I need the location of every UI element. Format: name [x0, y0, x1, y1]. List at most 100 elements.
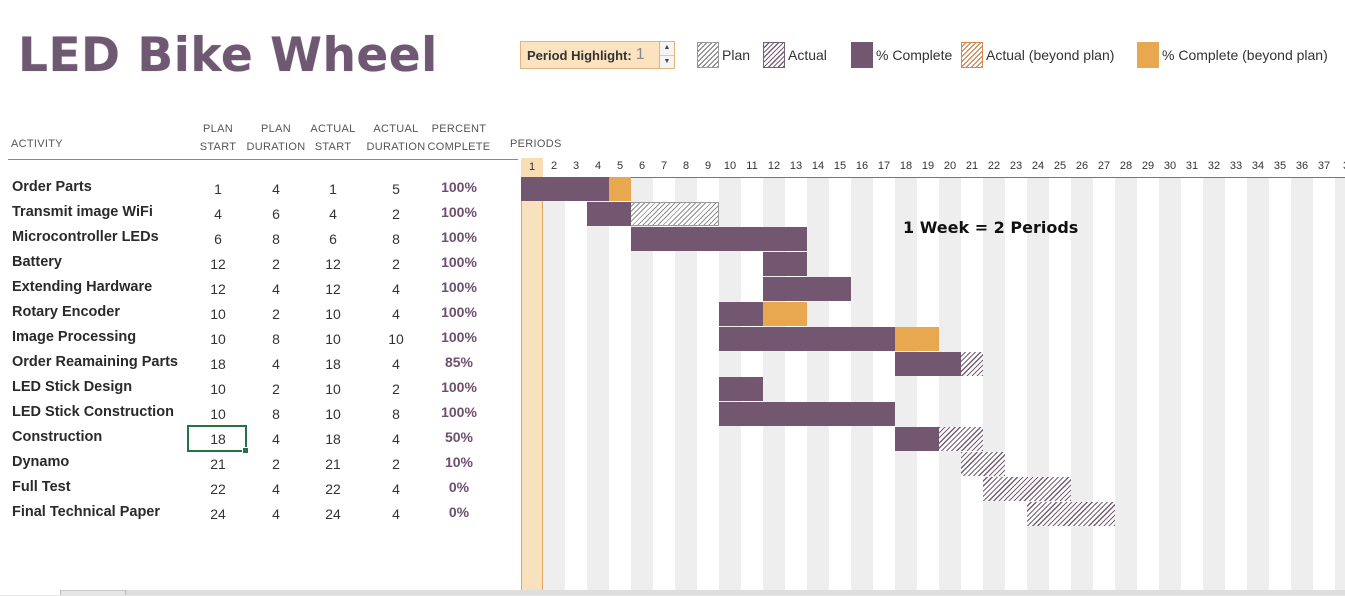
- actual-start-cell[interactable]: 1: [308, 181, 358, 197]
- activity-row[interactable]: Order Reamaining Parts 18 4 18 4 85%: [0, 352, 520, 377]
- percent-complete-cell[interactable]: 100%: [427, 279, 491, 295]
- actual-start-cell[interactable]: 24: [308, 506, 358, 522]
- activity-row[interactable]: Full Test 22 4 22 4 0%: [0, 477, 520, 502]
- activity-row[interactable]: Microcontroller LEDs 6 8 6 8 100%: [0, 227, 520, 252]
- percent-complete-cell[interactable]: 0%: [427, 479, 491, 495]
- activity-name-cell[interactable]: Final Technical Paper: [12, 504, 160, 520]
- sheet-tab[interactable]: [0, 590, 61, 595]
- actual-duration-cell[interactable]: 2: [364, 206, 428, 222]
- percent-complete-cell[interactable]: 10%: [427, 454, 491, 470]
- spin-up-icon[interactable]: ▲: [660, 42, 674, 56]
- percent-complete-cell[interactable]: 100%: [427, 329, 491, 345]
- plan-duration-cell[interactable]: 8: [245, 331, 307, 347]
- activity-name-cell[interactable]: Construction: [12, 429, 102, 445]
- actual-start-cell[interactable]: 10: [308, 406, 358, 422]
- plan-duration-cell[interactable]: 8: [245, 406, 307, 422]
- plan-start-cell[interactable]: 10: [195, 381, 241, 397]
- activity-row[interactable]: Dynamo 21 2 21 2 10%: [0, 452, 520, 477]
- percent-complete-cell[interactable]: 100%: [427, 229, 491, 245]
- actual-duration-cell[interactable]: 4: [364, 506, 428, 522]
- plan-duration-cell[interactable]: 4: [245, 481, 307, 497]
- activity-name-cell[interactable]: Microcontroller LEDs: [12, 229, 159, 245]
- plan-start-cell[interactable]: 12: [195, 281, 241, 297]
- activity-row[interactable]: Image Processing 10 8 10 10 100%: [0, 327, 520, 352]
- plan-duration-cell[interactable]: 4: [245, 506, 307, 522]
- actual-start-cell[interactable]: 22: [308, 481, 358, 497]
- plan-duration-cell[interactable]: 2: [245, 256, 307, 272]
- plan-duration-cell[interactable]: 6: [245, 206, 307, 222]
- actual-duration-cell[interactable]: 4: [364, 306, 428, 322]
- activity-name-cell[interactable]: Extending Hardware: [12, 279, 152, 295]
- actual-start-cell[interactable]: 12: [308, 256, 358, 272]
- activity-name-cell[interactable]: Image Processing: [12, 329, 136, 345]
- percent-complete-cell[interactable]: 0%: [427, 504, 491, 520]
- plan-duration-cell[interactable]: 8: [245, 231, 307, 247]
- plan-duration-cell[interactable]: 4: [245, 356, 307, 372]
- actual-duration-cell[interactable]: 8: [364, 406, 428, 422]
- plan-start-cell[interactable]: 6: [195, 231, 241, 247]
- percent-complete-cell[interactable]: 100%: [427, 179, 491, 195]
- plan-duration-cell[interactable]: 4: [245, 431, 307, 447]
- activity-row[interactable]: Construction 18 4 18 4 50%: [0, 427, 520, 452]
- actual-duration-cell[interactable]: 10: [364, 331, 428, 347]
- plan-start-cell[interactable]: 21: [195, 456, 241, 472]
- plan-start-cell[interactable]: 18: [195, 356, 241, 372]
- activity-name-cell[interactable]: LED Stick Construction: [12, 404, 174, 420]
- activity-row[interactable]: Final Technical Paper 24 4 24 4 0%: [0, 502, 520, 527]
- actual-duration-cell[interactable]: 2: [364, 256, 428, 272]
- percent-complete-cell[interactable]: 100%: [427, 254, 491, 270]
- plan-duration-cell[interactable]: 4: [245, 181, 307, 197]
- spin-down-icon[interactable]: ▼: [660, 56, 674, 69]
- period-highlight-value[interactable]: 1: [636, 46, 659, 64]
- activity-name-cell[interactable]: Full Test: [12, 479, 71, 495]
- percent-complete-cell[interactable]: 50%: [427, 429, 491, 445]
- actual-start-cell[interactable]: 10: [308, 331, 358, 347]
- actual-duration-cell[interactable]: 5: [364, 181, 428, 197]
- actual-start-cell[interactable]: 18: [308, 356, 358, 372]
- plan-start-cell[interactable]: 10: [195, 306, 241, 322]
- actual-start-cell[interactable]: 6: [308, 231, 358, 247]
- actual-start-cell[interactable]: 12: [308, 281, 358, 297]
- actual-duration-cell[interactable]: 4: [364, 356, 428, 372]
- horizontal-scrollbar[interactable]: [125, 590, 1345, 595]
- plan-start-cell[interactable]: 24: [195, 506, 241, 522]
- actual-duration-cell[interactable]: 2: [364, 456, 428, 472]
- activity-row[interactable]: Transmit image WiFi 4 6 4 2 100%: [0, 202, 520, 227]
- actual-start-cell[interactable]: 4: [308, 206, 358, 222]
- activity-row[interactable]: Order Parts 1 4 1 5 100%: [0, 177, 520, 202]
- actual-start-cell[interactable]: 18: [308, 431, 358, 447]
- activity-name-cell[interactable]: Rotary Encoder: [12, 304, 120, 320]
- activity-name-cell[interactable]: Dynamo: [12, 454, 69, 470]
- activity-name-cell[interactable]: Battery: [12, 254, 62, 270]
- actual-start-cell[interactable]: 21: [308, 456, 358, 472]
- actual-duration-cell[interactable]: 4: [364, 281, 428, 297]
- period-highlight-control[interactable]: Period Highlight: 1 ▲ ▼: [520, 41, 675, 69]
- actual-duration-cell[interactable]: 2: [364, 381, 428, 397]
- fill-handle[interactable]: [242, 447, 249, 454]
- plan-duration-cell[interactable]: 2: [245, 456, 307, 472]
- plan-start-cell[interactable]: 10: [195, 406, 241, 422]
- actual-duration-cell[interactable]: 4: [364, 431, 428, 447]
- plan-duration-cell[interactable]: 4: [245, 281, 307, 297]
- percent-complete-cell[interactable]: 100%: [427, 404, 491, 420]
- plan-start-cell[interactable]: 4: [195, 206, 241, 222]
- activity-name-cell[interactable]: Order Parts: [12, 179, 92, 195]
- activity-row[interactable]: Battery 12 2 12 2 100%: [0, 252, 520, 277]
- period-spinner[interactable]: ▲ ▼: [659, 42, 674, 68]
- activity-row[interactable]: LED Stick Construction 10 8 10 8 100%: [0, 402, 520, 427]
- percent-complete-cell[interactable]: 85%: [427, 354, 491, 370]
- percent-complete-cell[interactable]: 100%: [427, 304, 491, 320]
- plan-duration-cell[interactable]: 2: [245, 306, 307, 322]
- plan-start-cell[interactable]: 12: [195, 256, 241, 272]
- activity-name-cell[interactable]: Transmit image WiFi: [12, 204, 153, 220]
- percent-complete-cell[interactable]: 100%: [427, 204, 491, 220]
- plan-start-cell[interactable]: 10: [195, 331, 241, 347]
- activity-name-cell[interactable]: Order Reamaining Parts: [12, 354, 178, 370]
- actual-duration-cell[interactable]: 8: [364, 231, 428, 247]
- activity-row[interactable]: Rotary Encoder 10 2 10 4 100%: [0, 302, 520, 327]
- actual-duration-cell[interactable]: 4: [364, 481, 428, 497]
- activity-row[interactable]: Extending Hardware 12 4 12 4 100%: [0, 277, 520, 302]
- plan-start-cell[interactable]: 22: [195, 481, 241, 497]
- activity-row[interactable]: LED Stick Design 10 2 10 2 100%: [0, 377, 520, 402]
- actual-start-cell[interactable]: 10: [308, 306, 358, 322]
